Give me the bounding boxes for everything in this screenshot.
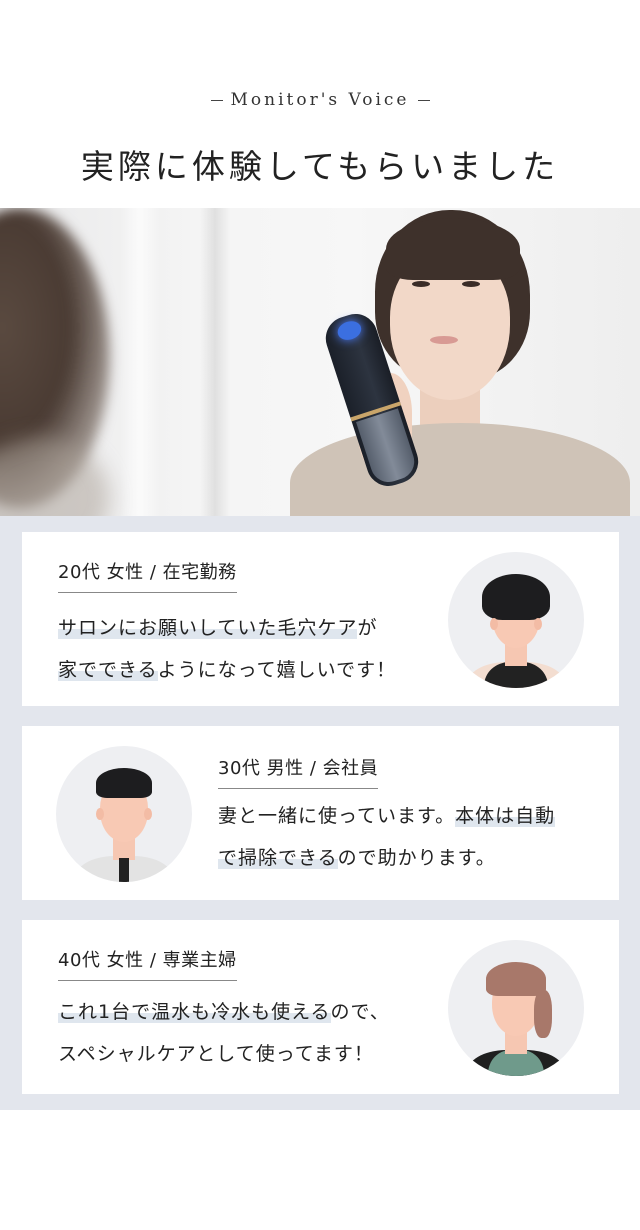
voice-text-line: 妻と一緒に使っています。本体は自動: [218, 805, 556, 827]
voice-card: 30代 男性 / 会社員 妻と一緒に使っています。本体は自動 で掃除できるので助…: [22, 726, 619, 900]
model-sweater: [290, 423, 630, 516]
voice-card: 40代 女性 / 専業主婦 これ1台で温水も冷水も使えるので、 スペシャルケアと…: [22, 920, 619, 1094]
page-footer-space: [0, 1110, 640, 1230]
voice-text-line: これ1台で温水も冷水も使えるので、: [58, 1001, 390, 1023]
man-tie-avatar: [56, 746, 192, 882]
section-title: 実際に体験してもらいました: [80, 147, 560, 186]
voice-text-line: スペシャルケアとして使ってます！: [58, 1043, 374, 1065]
subtitle-dash-left: [210, 100, 223, 101]
voice-highlight: サロンにお願いしていた毛穴ケア: [58, 617, 358, 639]
ponytail: [534, 990, 552, 1038]
voice-highlight: 本体は自動: [455, 805, 556, 827]
voice-text-line: サロンにお願いしていた毛穴ケアが: [58, 617, 378, 639]
subtitle-dash-right: [417, 100, 430, 101]
voices-section: 20代 女性 / 在宅勤務 サロンにお願いしていた毛穴ケアが 家でできるようにな…: [0, 516, 640, 1110]
woman-short-hair-avatar: [448, 552, 584, 688]
voice-highlight: これ1台で温水も冷水も使える: [58, 1001, 331, 1023]
tie-icon: [119, 858, 129, 882]
voice-text-line: で掃除できるので助かります。: [218, 847, 496, 869]
section-subtitle: Monitor's Voice: [0, 90, 640, 110]
section-header: Monitor's Voice 実際に体験してもらいました: [0, 0, 640, 208]
voice-meta: 40代 女性 / 専業主婦: [58, 946, 237, 981]
device-blue-light: [335, 318, 364, 343]
voice-highlight: で掃除できる: [218, 847, 338, 869]
hero-photo: [0, 208, 640, 516]
voice-meta: 20代 女性 / 在宅勤務: [58, 558, 237, 593]
woman-ponytail-avatar: [448, 940, 584, 1076]
voice-text-line: 家でできるようになって嬉しいです！: [58, 659, 397, 681]
voice-highlight: 家でできる: [58, 659, 158, 681]
voice-card: 20代 女性 / 在宅勤務 サロンにお願いしていた毛穴ケアが 家でできるようにな…: [22, 532, 619, 706]
subtitle-text: Monitor's Voice: [230, 90, 410, 110]
voice-meta: 30代 男性 / 会社員: [218, 754, 379, 789]
